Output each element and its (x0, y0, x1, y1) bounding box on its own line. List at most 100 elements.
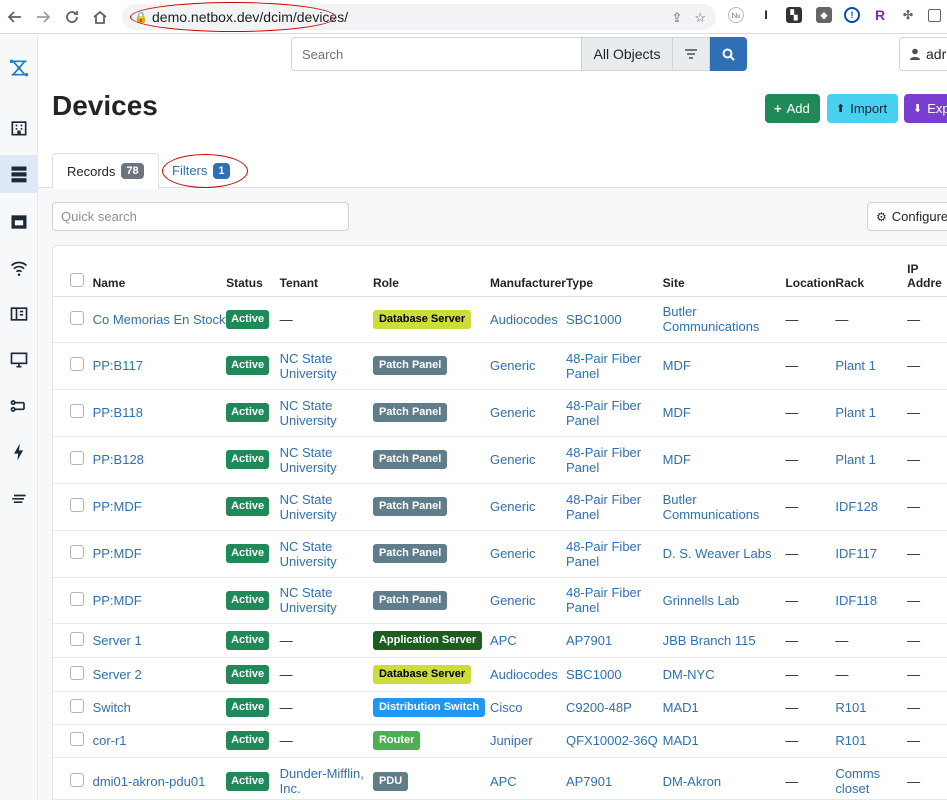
manufacturer-link[interactable]: Generic (489, 483, 566, 531)
manufacturer-link[interactable]: Generic (489, 577, 566, 624)
device-type-link[interactable]: 48-Pair Fiber Panel (565, 577, 663, 624)
site-link[interactable]: MAD1 (662, 691, 786, 725)
device-type-link[interactable]: 48-Pair Fiber Panel (565, 530, 663, 578)
site-link[interactable]: Grinnells Lab (662, 577, 786, 624)
role-badge[interactable]: Patch Panel (372, 497, 448, 516)
role-badge[interactable]: Patch Panel (372, 403, 448, 422)
manufacturer-link[interactable]: Audiocodes (489, 657, 566, 692)
rack-cell[interactable]: IDF128 (835, 483, 908, 531)
table-row[interactable]: PP:MDF Active NC State University Patch Pan… (53, 577, 947, 624)
forward-icon[interactable] (29, 3, 57, 31)
reload-icon[interactable] (58, 3, 86, 31)
role-badge[interactable]: Patch Panel (372, 544, 448, 563)
share-icon[interactable]: ⇪ (671, 10, 682, 26)
add-button[interactable]: + Add (765, 94, 820, 123)
device-type-link[interactable]: 48-Pair Fiber Panel (565, 389, 663, 437)
device-name-link[interactable]: cor-r1 (92, 724, 227, 758)
table-row[interactable]: PP:MDF Active NC State University Patch Pan… (53, 530, 947, 578)
manufacturer-link[interactable]: APC (489, 623, 566, 658)
device-name-link[interactable]: Server 1 (92, 623, 227, 658)
role-badge[interactable]: Patch Panel (372, 590, 448, 610)
column-header-status[interactable]: Status (226, 246, 280, 297)
split-view-icon[interactable] (928, 9, 941, 22)
table-row[interactable]: cor-r1 Active — Router Juniper QFX10002-36Q MA… (53, 724, 947, 758)
rack-cell[interactable]: R101 (835, 691, 908, 725)
column-header-manufacturer[interactable]: Manufacturer (489, 246, 566, 297)
row-checkbox[interactable] (70, 498, 84, 512)
home-icon[interactable] (86, 3, 114, 31)
manufacturer-link[interactable]: Audiocodes (489, 296, 566, 343)
row-checkbox[interactable] (70, 699, 84, 713)
r-extension-icon[interactable]: R (872, 7, 888, 23)
role-badge[interactable]: Router (372, 731, 421, 750)
row-checkbox[interactable] (70, 545, 84, 559)
column-header-role[interactable]: Role (372, 246, 490, 297)
row-checkbox[interactable] (70, 732, 84, 746)
select-all-checkbox[interactable] (70, 272, 84, 287)
device-name-link[interactable]: PP:B118 (92, 389, 227, 437)
site-link[interactable]: Butler Communications (662, 296, 786, 343)
power-lightning-icon[interactable] (0, 433, 38, 471)
bookmark-star-icon[interactable]: ☆ (694, 10, 706, 26)
column-header-tenant[interactable]: Tenant (279, 246, 373, 297)
rack-cell[interactable]: Plant 1 (835, 389, 908, 437)
manufacturer-link[interactable]: Juniper (489, 724, 566, 758)
device-name-link[interactable]: PP:MDF (92, 530, 227, 578)
shield-extension-icon[interactable]: ◈ (816, 7, 832, 23)
table-row[interactable]: PP:B128 Active NC State University Patch Pa… (53, 436, 947, 484)
device-name-link[interactable]: PP:MDF (92, 577, 227, 624)
tenant-cell[interactable]: NC State University (279, 342, 373, 390)
row-checkbox[interactable] (70, 404, 84, 418)
device-name-link[interactable]: PP:B117 (92, 342, 227, 390)
column-header-ip-address[interactable]: IP Addre (907, 246, 947, 297)
devices-server-icon[interactable] (0, 155, 38, 193)
manufacturer-link[interactable]: Generic (489, 389, 566, 437)
device-type-link[interactable]: AP7901 (565, 623, 663, 658)
device-name-link[interactable]: Switch (92, 691, 227, 725)
device-type-link[interactable]: 48-Pair Fiber Panel (565, 436, 663, 484)
table-row[interactable]: Server 1 Active — Application Server APC AP79… (53, 623, 947, 658)
rack-cell[interactable]: R101 (835, 724, 908, 758)
site-link[interactable]: D. S. Weaver Labs (662, 530, 786, 578)
row-checkbox[interactable] (70, 631, 84, 646)
puzzle-icon[interactable]: ✣ (900, 7, 916, 23)
back-icon[interactable] (1, 3, 29, 31)
search-scope-select[interactable]: All Objects (582, 37, 673, 71)
role-badge[interactable]: Database Server (372, 309, 472, 329)
site-link[interactable]: DM-NYC (662, 657, 786, 692)
column-header-type[interactable]: Type (565, 246, 663, 297)
other-menu-icon[interactable] (0, 479, 38, 517)
configure-table-button[interactable]: ⚙ Configure (867, 202, 947, 231)
table-row[interactable]: PP:B117 Active NC State University Patch Pa… (53, 342, 947, 390)
row-checkbox[interactable] (70, 665, 84, 680)
search-input[interactable]: Search (291, 37, 582, 71)
extension-icon-2[interactable]: I (758, 7, 774, 23)
connections-ethernet-icon[interactable] (0, 203, 38, 241)
role-badge[interactable]: Distribution Switch (372, 698, 486, 717)
role-badge[interactable]: Application Server (372, 630, 483, 650)
tab-records[interactable]: Records 78 (52, 153, 159, 189)
circuits-icon[interactable] (0, 387, 38, 425)
device-name-link[interactable]: Server 2 (92, 657, 227, 692)
device-type-link[interactable]: QFX10002-36Q (565, 724, 663, 758)
device-type-link[interactable]: AP7901 (565, 757, 663, 799)
virtualization-monitor-icon[interactable] (0, 341, 38, 379)
site-link[interactable]: MDF (662, 342, 786, 390)
rack-cell[interactable]: IDF118 (835, 577, 908, 624)
table-row[interactable]: PP:B118 Active NC State University Patch Pa… (53, 389, 947, 437)
device-type-link[interactable]: C9200-48P (565, 691, 663, 725)
device-type-link[interactable]: SBC1000 (565, 657, 663, 692)
role-badge[interactable]: PDU (372, 771, 409, 791)
column-header-name[interactable]: Name (92, 246, 227, 297)
role-badge[interactable]: Patch Panel (372, 356, 448, 375)
search-filter-button[interactable] (673, 37, 710, 71)
row-checkbox[interactable] (70, 310, 84, 325)
rack-cell[interactable]: IDF117 (835, 530, 908, 578)
netbox-logo-icon[interactable] (0, 49, 38, 87)
site-link[interactable]: MDF (662, 436, 786, 484)
address-bar[interactable]: 🔒 demo.netbox.dev/dcim/devices/ ⇪ ☆ (122, 2, 716, 32)
device-name-link[interactable]: Co Memorias En Stock (92, 296, 227, 343)
manufacturer-link[interactable]: Generic (489, 530, 566, 578)
tenant-cell[interactable]: NC State University (279, 389, 373, 437)
rack-cell[interactable]: Plant 1 (835, 342, 908, 390)
